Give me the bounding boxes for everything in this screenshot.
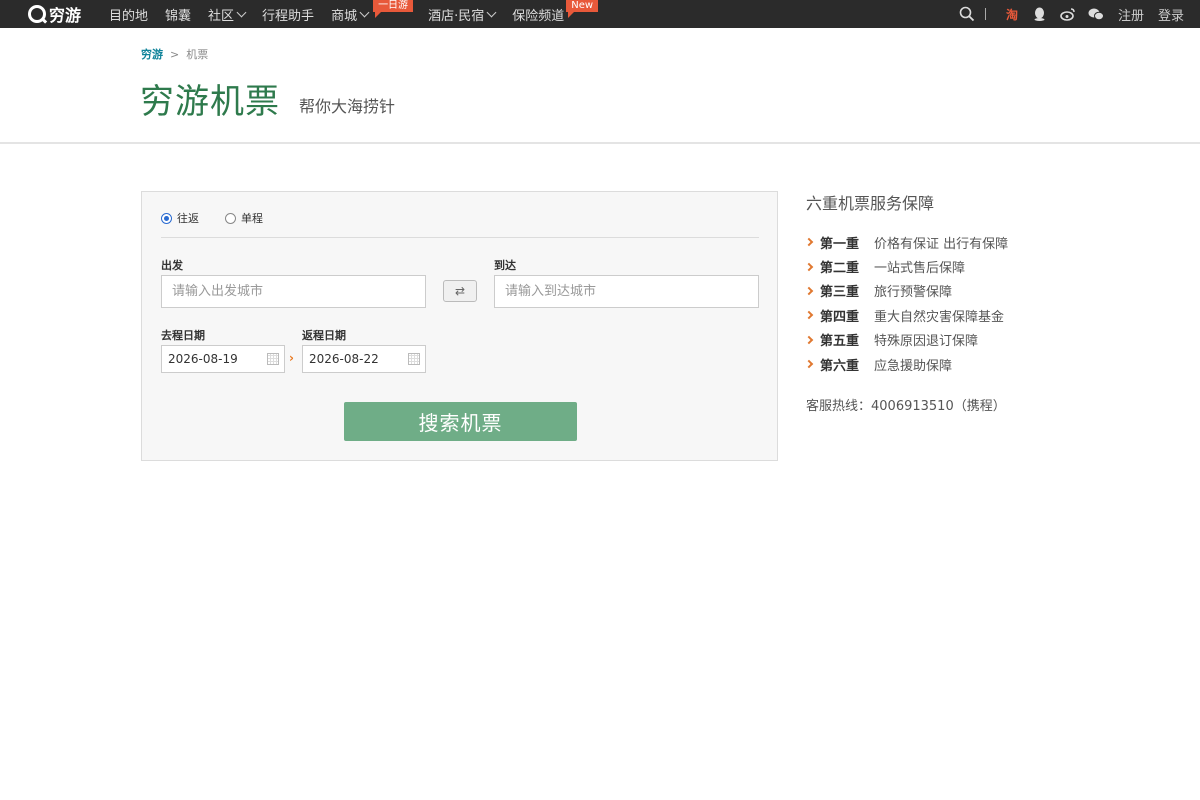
nav-item-destination[interactable]: 目的地 [109,0,148,28]
from-label: 出发 [161,259,183,272]
login-link[interactable]: 登录 [1158,5,1184,24]
to-city-input[interactable]: 请输入到达城市 [494,275,759,308]
calendar-icon [408,353,420,365]
guarantee-item: 第五重 特殊原因退订保障 [804,328,1066,352]
guarantee-item: 第六重 应急援助保障 [804,352,1066,376]
chevron-down-icon [359,7,370,17]
chevron-right-icon [804,286,814,296]
site-logo[interactable]: 穷游 [28,4,82,25]
nav-item-label: 行程助手 [262,8,315,24]
from-city-input[interactable]: 请输入出发城市 [161,275,426,308]
chevron-right-icon [804,359,814,369]
guarantee-level: 第一重 [820,236,860,252]
main-nav: 目的地 锦囊 社区 行程助手 商城 一日游 酒店·民宿 保险频道 New [109,0,599,28]
guarantee-desc: 应急援助保障 [874,358,953,374]
taobao-icon[interactable]: 淘 [1004,6,1020,22]
nav-item-label: 酒店·民宿 [428,8,485,24]
guarantee-level: 第六重 [820,358,860,374]
to-label: 到达 [494,259,516,272]
chevron-down-icon [236,7,247,17]
guarantee-level: 第五重 [820,334,860,350]
breadcrumb-separator: > [170,47,180,61]
return-date-label: 返程日期 [302,329,346,342]
radio-button[interactable] [161,212,172,224]
depart-date-label: 去程日期 [161,329,205,342]
chevron-right-icon [804,237,814,247]
nav-item-hotels[interactable]: 酒店·民宿 [428,0,497,28]
guarantee-list: 第一重 价格有保证 出行有保障 第二重 一站式售后保障 第三重 旅行预警保障 第… [804,230,1066,376]
guarantee-title: 六重机票服务保障 [806,194,935,213]
guarantee-desc: 重大自然灾害保障基金 [874,309,1005,325]
trip-type-roundtrip[interactable]: 往返 [161,210,199,226]
weibo-icon[interactable] [1060,6,1076,22]
breadcrumb-current: 机票 [186,48,209,61]
trip-type-label: 往返 [177,212,199,225]
search-flights-button[interactable]: 搜索机票 [344,402,577,441]
trip-type-oneway[interactable]: 单程 [225,210,263,226]
qq-icon[interactable] [1032,6,1048,22]
depart-date-value: 2026-08-19 [168,352,238,366]
swap-icon: ⇄ [454,284,466,298]
nav-item-label: 社区 [208,8,235,24]
register-link[interactable]: 注册 [1118,5,1144,24]
nav-item-guides[interactable]: 锦囊 [165,0,191,28]
chevron-down-icon [486,7,497,17]
return-date-input[interactable]: 2026-08-22 [302,345,426,373]
logo-q-icon [28,5,46,23]
swap-cities-button[interactable]: ⇄ [443,280,477,302]
guarantee-item: 第二重 一站式售后保障 [804,254,1066,278]
guarantee-section: 六重机票服务保障 第一重 价格有保证 出行有保障 第二重 一站式售后保障 第三重… [804,190,1008,414]
customer-hotline: 客服热线：4006913510（携程） [806,399,1006,414]
page-title: 穷游机票 [140,82,280,122]
depart-date-input[interactable]: 2026-08-19 [161,345,285,373]
nav-tag-day-tour: 一日游 [373,0,414,18]
nav-item-mall[interactable]: 商城 一日游 [331,0,414,28]
search-icon[interactable] [959,6,975,22]
guarantee-level: 第三重 [820,285,860,301]
nav-item-trip-planner[interactable]: 行程助手 [262,0,314,28]
guarantee-desc: 旅行预警保障 [874,285,953,301]
guarantee-desc: 价格有保证 出行有保障 [874,236,1009,252]
guarantee-level: 第二重 [820,261,860,277]
header-divider [0,142,1200,144]
wechat-icon[interactable] [1088,6,1104,22]
flight-search-panel: 往返 单程 出发 请输入出发城市 ⇄ 到达 请输入到达城市 去程日期 2026-… [141,191,778,461]
guarantee-item: 第三重 旅行预警保障 [804,279,1066,303]
nav-tag-new: New [566,0,599,18]
guarantee-level: 第四重 [820,309,860,325]
guarantee-item: 第四重 重大自然灾害保障基金 [804,303,1066,327]
top-nav-bar: 穷游 目的地 锦囊 社区 行程助手 商城 一日游 酒店·民宿 保险频道 New [0,0,1200,28]
chevron-right-icon [804,311,814,320]
nav-divider [984,8,986,20]
trip-type-label: 单程 [241,212,263,225]
radio-button[interactable] [225,212,236,224]
nav-right: 淘 注册 登录 [947,0,1184,28]
chevron-right-icon [804,335,814,344]
chevron-right-icon [804,262,814,271]
guarantee-desc: 一站式售后保障 [874,261,966,277]
breadcrumb-home-link[interactable]: 穷游 [141,46,163,62]
nav-item-community[interactable]: 社区 [208,0,247,28]
calendar-icon [267,353,279,365]
page-subtitle: 帮你大海捞针 [299,97,396,116]
nav-item-insurance[interactable]: 保险频道 New [512,0,599,28]
nav-item-label: 保险频道 [512,8,565,24]
guarantee-item: 第一重 价格有保证 出行有保障 [804,230,1066,254]
return-date-value: 2026-08-22 [309,352,379,366]
nav-item-label: 目的地 [109,8,149,24]
nav-item-label: 商城 [331,8,358,24]
logo-text: 穷游 [49,6,82,25]
nav-item-label: 锦囊 [165,8,192,24]
panel-divider [161,237,759,238]
guarantee-desc: 特殊原因退订保障 [874,334,979,350]
breadcrumb: 穷游 > 机票 [141,46,208,62]
date-arrow-icon: › [289,351,294,365]
trip-type-group: 往返 单程 [161,210,289,226]
